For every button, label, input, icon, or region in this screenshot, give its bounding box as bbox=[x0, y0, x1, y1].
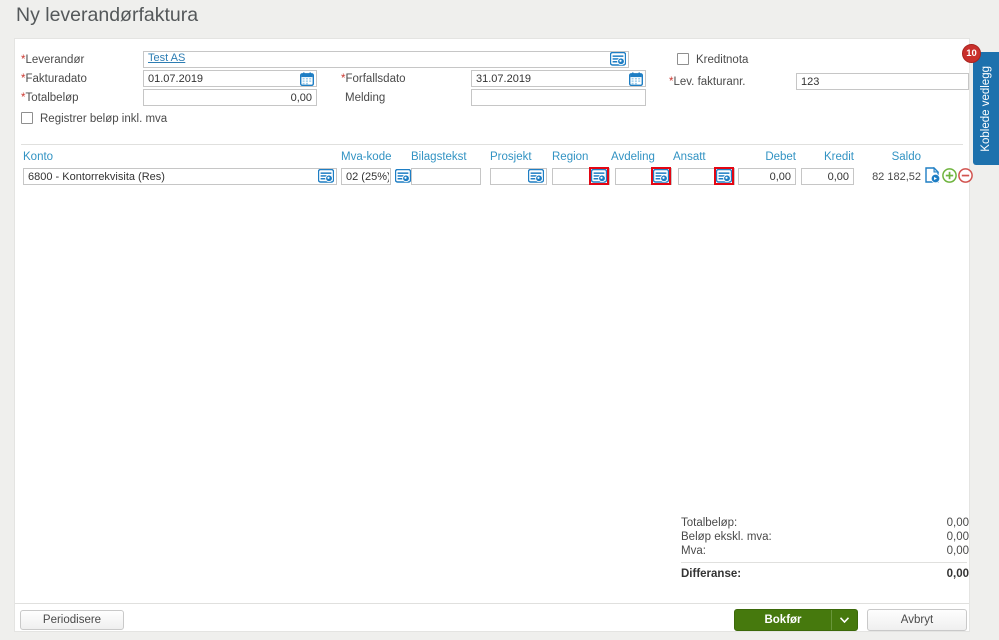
remove-row-icon[interactable] bbox=[958, 168, 973, 183]
differanse-value: 0,00 bbox=[946, 568, 969, 580]
page-title: Ny leverandørfaktura bbox=[16, 4, 199, 26]
fakturadato-label: *Fakturadato bbox=[21, 73, 87, 85]
mva-kode-lookup-icon[interactable] bbox=[395, 169, 411, 183]
forfallsdato-label: *Forfallsdato bbox=[341, 73, 406, 85]
differanse-label: Differanse: bbox=[681, 568, 742, 580]
periodisere-button[interactable]: Periodisere bbox=[20, 610, 124, 630]
summary-value: 0,00 bbox=[946, 545, 969, 557]
summary-value: 0,00 bbox=[946, 531, 969, 543]
lev-fakturanr-input[interactable] bbox=[796, 73, 969, 90]
avbryt-button[interactable]: Avbryt bbox=[867, 609, 967, 631]
col-header-saldo: Saldo bbox=[891, 151, 921, 163]
konto-lookup-icon[interactable] bbox=[318, 169, 334, 183]
col-header-region: Region bbox=[552, 151, 589, 163]
add-row-icon[interactable] bbox=[942, 168, 957, 183]
footer-divider bbox=[15, 603, 969, 604]
bokfor-button-label[interactable]: Bokfør bbox=[735, 614, 831, 626]
col-header-ansatt: Ansatt bbox=[673, 151, 706, 163]
leverandor-field[interactable]: Test AS bbox=[143, 51, 629, 68]
debet-input[interactable] bbox=[738, 168, 796, 185]
kreditnota-checkbox[interactable] bbox=[677, 53, 689, 65]
bokfor-dropdown-toggle[interactable] bbox=[831, 610, 857, 630]
leverandor-link[interactable]: Test AS bbox=[148, 52, 185, 64]
prosjekt-lookup-icon[interactable] bbox=[528, 169, 544, 183]
preview-posting-icon[interactable] bbox=[925, 167, 941, 183]
summary-label: Totalbeløp: bbox=[681, 517, 738, 529]
melding-label: Melding bbox=[345, 92, 386, 104]
invoice-form-panel: *Leverandør Test AS Kreditnota *Fakturad… bbox=[14, 38, 973, 632]
koblede-vedlegg-tab[interactable]: Koblede vedlegg bbox=[973, 52, 999, 165]
registrer-inkl-mva-checkbox[interactable] bbox=[21, 112, 33, 124]
fakturadato-calendar-icon[interactable] bbox=[300, 72, 314, 86]
kreditnota-label: Kreditnota bbox=[696, 54, 749, 66]
kredit-input[interactable] bbox=[801, 168, 854, 185]
col-header-bilagstekst: Bilagstekst bbox=[411, 151, 467, 163]
registrer-inkl-mva-label: Registrer beløp inkl. mva bbox=[40, 113, 168, 125]
lev-fakturanr-label: *Lev. fakturanr. bbox=[669, 76, 746, 88]
koblede-vedlegg-tab-label: Koblede vedlegg bbox=[980, 65, 992, 152]
bilagstekst-input[interactable] bbox=[411, 168, 481, 185]
summary-label: Beløp ekskl. mva: bbox=[681, 531, 772, 543]
totalbelop-label: *Totalbeløp bbox=[21, 92, 79, 104]
col-header-mva: Mva-kode bbox=[341, 151, 392, 163]
col-header-debet: Debet bbox=[765, 151, 796, 163]
fakturadato-input[interactable] bbox=[143, 70, 317, 87]
bokfor-button[interactable]: Bokfør bbox=[734, 609, 858, 631]
region-lookup-icon-highlighted[interactable] bbox=[589, 167, 609, 185]
leverandor-label: *Leverandør bbox=[21, 54, 85, 66]
summary-label: Mva: bbox=[681, 545, 706, 557]
saldo-value: 82 182,52 bbox=[872, 171, 921, 183]
forfallsdato-input[interactable] bbox=[471, 70, 646, 87]
col-header-konto: Konto bbox=[23, 151, 54, 163]
col-header-prosjekt: Prosjekt bbox=[490, 151, 532, 163]
attachments-count-badge: 10 bbox=[962, 44, 981, 63]
leverandor-lookup-icon[interactable] bbox=[610, 52, 626, 66]
forfallsdato-calendar-icon[interactable] bbox=[629, 72, 643, 86]
summary-value: 0,00 bbox=[946, 517, 969, 529]
col-header-kredit: Kredit bbox=[823, 151, 854, 163]
totalbelop-input[interactable] bbox=[143, 89, 317, 106]
konto-input[interactable] bbox=[23, 168, 337, 185]
melding-input[interactable] bbox=[471, 89, 646, 106]
summary-divider bbox=[681, 562, 967, 563]
col-header-avdeling: Avdeling bbox=[611, 151, 655, 163]
avdeling-lookup-icon-highlighted[interactable] bbox=[651, 167, 671, 185]
mva-kode-input[interactable] bbox=[341, 168, 391, 185]
table-top-divider bbox=[21, 144, 963, 145]
ansatt-lookup-icon-highlighted[interactable] bbox=[714, 167, 734, 185]
